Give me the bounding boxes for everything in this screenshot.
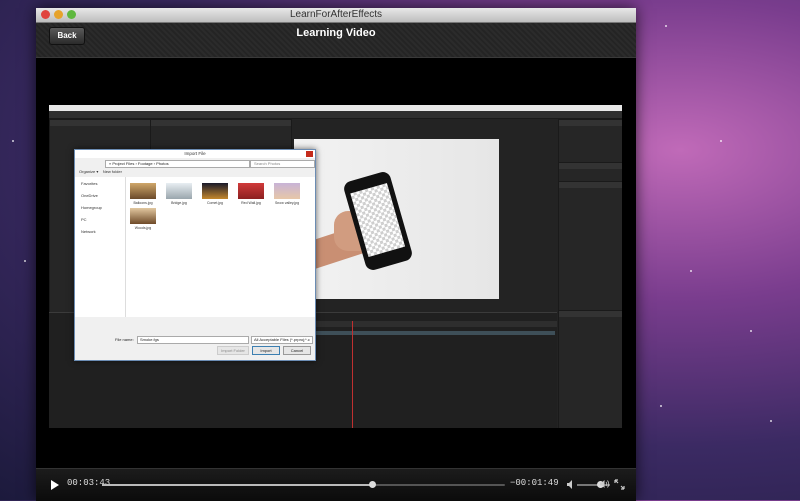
nav-onedrive: OneDrive [81,193,98,198]
thumbnail [202,183,228,199]
volume-high-icon[interactable] [600,479,610,489]
file-name: Balloons.jpg [133,201,153,205]
organize-menu: Organize ▾ [79,169,99,174]
nav-homegroup: Homegroup [81,205,102,210]
composition-viewer [294,139,499,299]
time-ruler [292,321,557,327]
file-type-select: All Acceptable Files (*.prproj;*.c [251,336,313,344]
star [665,25,667,27]
volume-low-icon[interactable] [567,480,574,489]
star [690,270,692,272]
thumbnail [238,183,264,199]
thumbnail [166,183,192,199]
thumbnail [130,183,156,199]
file-name-label: File name: [115,337,134,342]
file-name: Comet.jpg [207,201,223,205]
play-icon[interactable] [51,480,59,490]
import-folder-button: Import Folder [217,346,249,355]
video-frame[interactable]: Import File « Project Files › Footage › … [36,58,636,468]
ae-toolbar [49,111,622,119]
thumbnail [130,208,156,224]
star [770,420,772,422]
progress-fill [102,484,372,486]
player-controls: 00:03:43 −00:01:49 [36,468,636,501]
address-bar: « Project Files › Footage › Photos [105,160,250,168]
thumbnail [274,183,300,199]
star [660,405,662,407]
nav-pane: Favorites OneDrive Homegroup PC Network [75,177,126,317]
search-field: Search Photos [250,160,315,168]
new-folder-button: New folder [102,169,122,174]
preview-panel [558,162,622,182]
file-name: Snow valley.jpg [274,201,300,205]
star [24,260,26,262]
page-title: Learning Video [296,27,376,39]
star [12,140,14,142]
cancel-button: Cancel [283,346,311,355]
dialog-footer: File name: Smoke.fgs All Acceptable File… [75,317,315,360]
layer-bar [292,331,555,335]
after-effects-screenshot: Import File « Project Files › Footage › … [49,105,622,428]
playhead [352,321,353,428]
remaining-time: −00:01:49 [510,478,559,488]
import-button: Import [252,346,280,355]
file-name: Red Wall.jpg [241,201,261,205]
fullscreen-icon[interactable] [614,479,625,490]
star [720,140,722,142]
progress-knob[interactable] [369,481,376,488]
dialog-title: Import File [75,150,315,158]
nav-network: Network [81,229,96,234]
import-file-dialog: Import File « Project Files › Footage › … [74,149,316,361]
nav-favorites: Favorites [81,181,98,186]
star [750,330,752,332]
align-panel [558,310,622,428]
file-name-input: Smoke.fgs [137,336,249,344]
file-name: Bridge.jpg [171,201,187,205]
effects-presets-panel [558,181,622,311]
app-header: Back Learning Video [36,23,636,58]
file-name: Woods.jpg [134,226,152,230]
info-panel [558,119,622,163]
file-list: Balloons.jpg Bridge.jpg Comet.jpg Red Wa… [126,177,315,317]
elapsed-time: 00:03:43 [67,478,111,488]
window-title: LearnForAfterEffects [289,9,383,20]
app-window: LearnForAfterEffects Back Learning Video [36,8,636,501]
dialog-toolbar: Organize ▾ New folder [79,169,122,174]
nav-pc: PC [81,217,87,222]
title-bar: LearnForAfterEffects [36,8,636,23]
progress-slider[interactable] [102,481,505,488]
dialog-close-icon [306,151,313,157]
